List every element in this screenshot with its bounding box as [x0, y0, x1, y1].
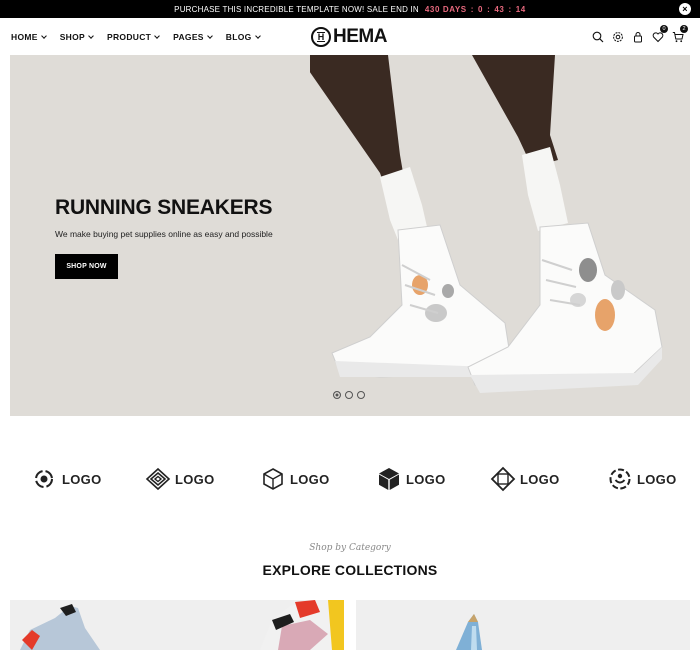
countdown-seconds: 14 [515, 4, 526, 14]
brand-logo-6[interactable]: LOGO [607, 462, 676, 496]
slider-dot-3[interactable] [357, 391, 365, 399]
nav-label: HOME [11, 32, 38, 42]
nav-item-blog[interactable]: BLOG [225, 32, 261, 42]
user-icon[interactable] [628, 29, 648, 45]
collections-title: EXPLORE COLLECTIONS [262, 562, 438, 578]
nav-item-pages[interactable]: PAGES [173, 32, 213, 42]
countdown-days: 430 DAYS [424, 4, 467, 14]
nav-item-product[interactable]: PRODUCT [107, 32, 160, 42]
wishlist-count-badge: 0 [660, 25, 668, 33]
announcement-text: PURCHASE THIS INCREDIBLE TEMPLATE NOW! S… [174, 4, 419, 14]
countdown-minutes: 43 [494, 4, 505, 14]
brand-logos: LOGO LOGO LOGO LOGO LOGO LOGO [0, 462, 700, 496]
site-logo[interactable]: H HEMA [311, 26, 387, 48]
brand-logo-1[interactable]: LOGO [32, 462, 101, 496]
nav-label: BLOG [225, 32, 252, 42]
logo-cube-icon [379, 468, 399, 490]
brand-label: LOGO [175, 471, 215, 487]
logo-mark: H [311, 27, 331, 47]
chevron-down-icon [154, 32, 160, 39]
nav-item-shop[interactable]: SHOP [59, 32, 94, 42]
nav-item-home[interactable]: HOME [11, 32, 47, 42]
search-icon[interactable] [588, 29, 608, 45]
collection-card-heels[interactable] [356, 600, 690, 650]
nav-label: PRODUCT [107, 32, 152, 42]
collections-subtitle: Shop by Category [309, 543, 391, 553]
chevron-down-icon [206, 32, 213, 39]
sale-countdown: 430 DAYS:0:43:14 [424, 4, 526, 14]
hero-slider: RUNNING SNEAKERS We make buying pet supp… [10, 55, 690, 416]
cart-count-badge: 2 [680, 25, 688, 33]
nav-label: SHOP [59, 32, 85, 42]
header-icons: 0 2 [588, 25, 688, 45]
brand-logo-2[interactable]: LOGO [145, 462, 214, 496]
hero-title: RUNNING SNEAKERS [55, 196, 273, 219]
slider-dot-1[interactable] [333, 391, 341, 399]
settings-icon[interactable] [608, 29, 628, 45]
close-icon[interactable]: × [679, 3, 691, 15]
slider-dot-2[interactable] [345, 391, 353, 399]
logo-smile-icon [609, 468, 631, 490]
logo-square-icon [490, 466, 516, 492]
main-nav: HOME SHOP PRODUCT PAGES BLOG [11, 32, 274, 42]
logo-box-outline-icon [263, 468, 283, 490]
logo-diamond-icon [145, 467, 171, 491]
countdown-hours: 0 [478, 4, 484, 14]
brand-label: LOGO [520, 471, 560, 487]
logo-circle-icon [35, 470, 53, 488]
hero-sneakers-image [310, 55, 663, 393]
collection-image-heels [456, 614, 482, 650]
announcement-bar: PURCHASE THIS INCREDIBLE TEMPLATE NOW! S… [0, 0, 700, 18]
wishlist-icon[interactable]: 0 [648, 25, 668, 45]
slider-dots [333, 391, 369, 399]
brand-label: LOGO [62, 471, 102, 487]
chevron-down-icon [254, 32, 261, 39]
hero-subtitle: We make buying pet supplies online as ea… [55, 229, 273, 239]
brand-label: LOGO [637, 471, 677, 487]
brand-logo-3[interactable]: LOGO [260, 462, 329, 496]
brand-label: LOGO [290, 471, 330, 487]
chevron-down-icon [88, 32, 94, 39]
brand-logo-4[interactable]: LOGO [376, 462, 445, 496]
logo-text: HEMA [333, 26, 387, 47]
chevron-down-icon [40, 32, 47, 39]
shop-now-button[interactable]: SHOP NOW [55, 254, 118, 279]
nav-label: PAGES [173, 32, 204, 42]
brand-logo-5[interactable]: LOGO [490, 462, 559, 496]
brand-label: LOGO [406, 471, 446, 487]
cart-icon[interactable]: 2 [668, 25, 688, 45]
site-header: HOME SHOP PRODUCT PAGES BLOG H HEMA 0 2 [0, 18, 700, 55]
collection-card-sneakers[interactable] [10, 600, 344, 650]
collection-image-sneakers [20, 600, 344, 650]
